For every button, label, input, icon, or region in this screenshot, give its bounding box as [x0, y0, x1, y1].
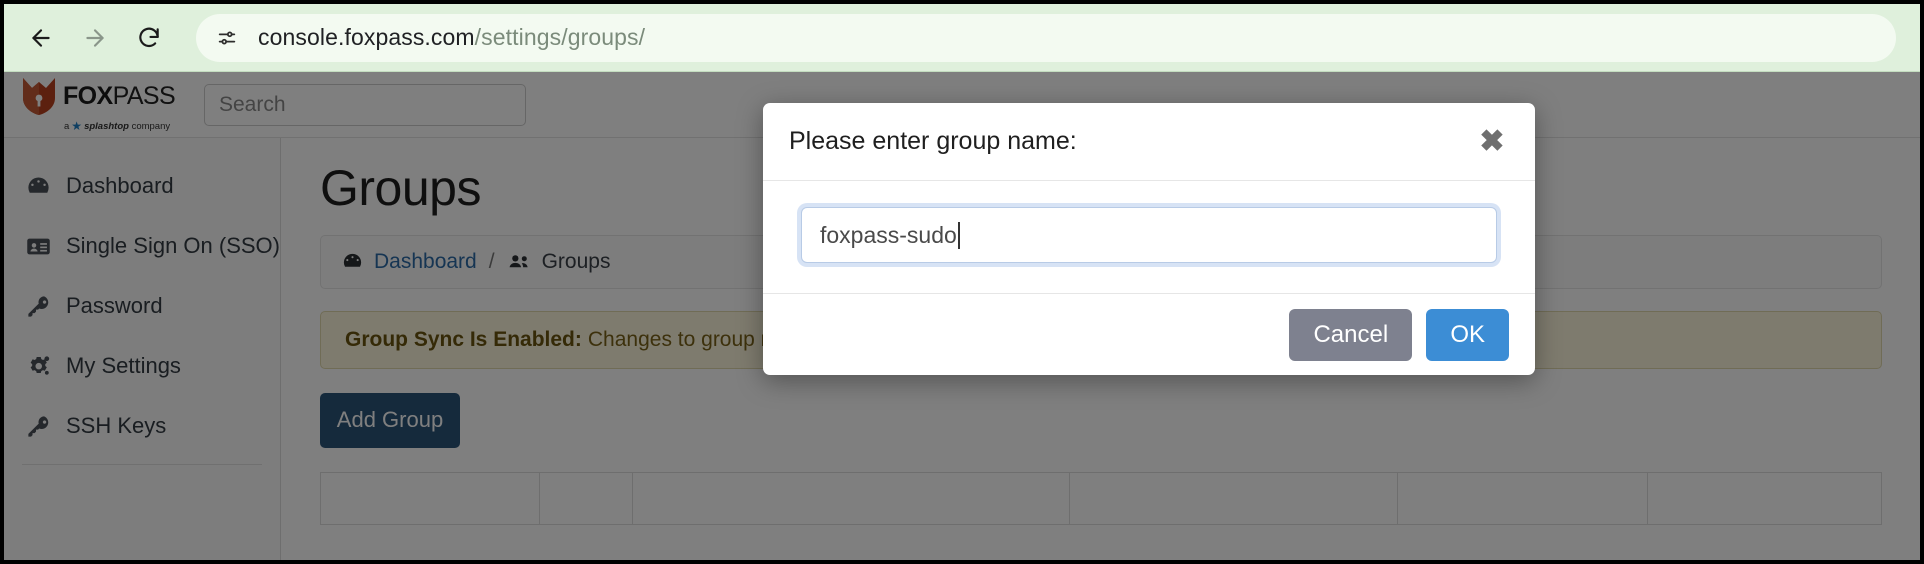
modal-title: Please enter group name:	[789, 127, 1077, 155]
browser-toolbar: console.foxpass.com/settings/groups/	[4, 4, 1920, 72]
screenshot-root: console.foxpass.com/settings/groups/ FOX	[0, 0, 1924, 564]
url-host: console.foxpass.com	[258, 24, 475, 50]
reload-button[interactable]	[126, 15, 172, 61]
group-name-input-value: foxpass-sudo	[820, 221, 957, 248]
reload-icon	[136, 25, 162, 51]
group-name-modal: Please enter group name: ✖ foxpass-sudo …	[763, 103, 1535, 375]
forward-button[interactable]	[72, 15, 118, 61]
modal-footer: Cancel OK	[763, 293, 1535, 375]
modal-header: Please enter group name: ✖	[763, 103, 1535, 181]
ok-button[interactable]: OK	[1426, 308, 1509, 361]
page-settings-icon[interactable]	[214, 25, 240, 51]
url-path: /settings/groups/	[474, 24, 646, 50]
arrow-left-icon	[28, 25, 54, 51]
url-text: console.foxpass.com/settings/groups/	[258, 24, 645, 51]
modal-body: foxpass-sudo	[763, 181, 1535, 293]
cancel-button[interactable]: Cancel	[1289, 308, 1413, 361]
group-name-input[interactable]: foxpass-sudo	[801, 207, 1497, 263]
back-button[interactable]	[18, 15, 64, 61]
arrow-right-icon	[82, 25, 108, 51]
close-icon[interactable]: ✖	[1475, 125, 1509, 159]
text-caret	[957, 221, 960, 249]
address-bar[interactable]: console.foxpass.com/settings/groups/	[196, 13, 1896, 62]
